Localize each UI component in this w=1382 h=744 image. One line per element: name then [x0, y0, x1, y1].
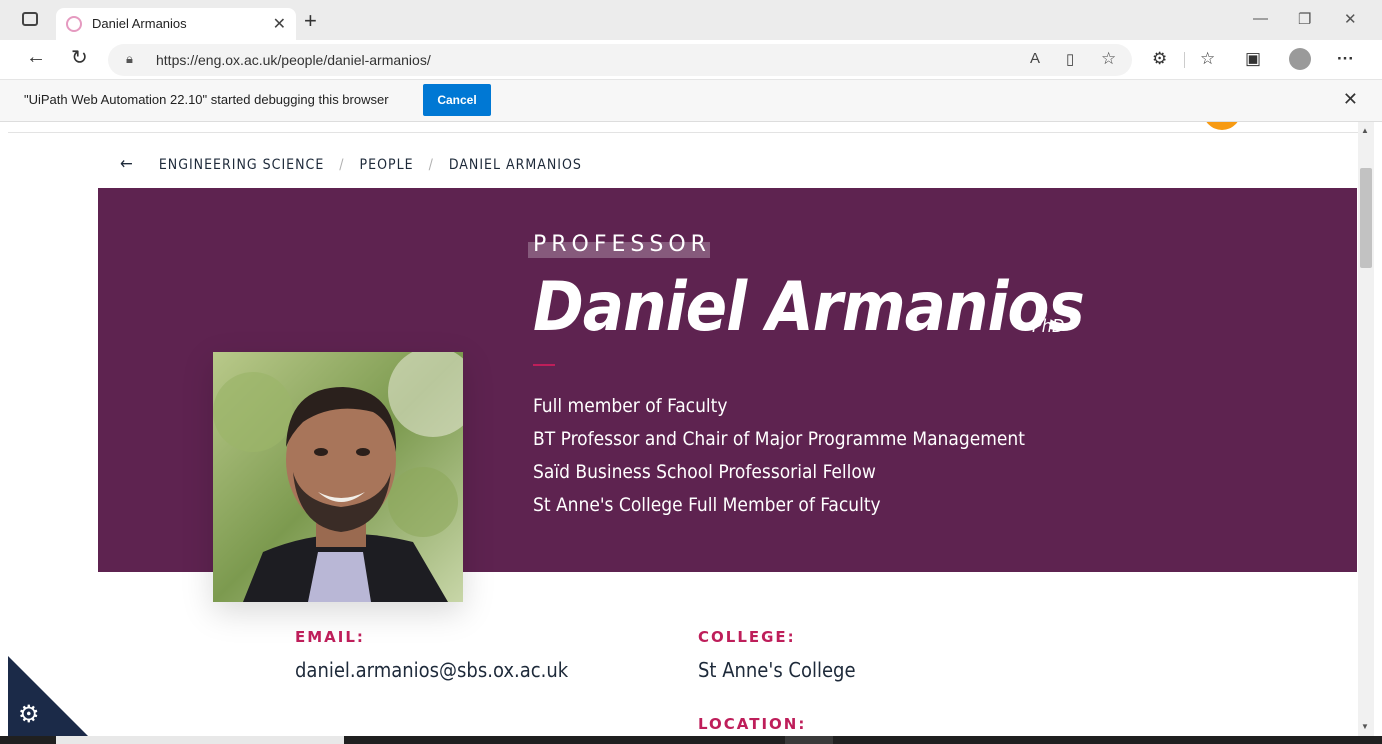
back-arrow-icon[interactable]: ←	[120, 154, 134, 174]
read-aloud-icon[interactable]: A	[1030, 50, 1040, 67]
breadcrumb-separator: /	[339, 157, 345, 173]
taskbar-item[interactable]	[785, 736, 833, 744]
browser-tab[interactable]: Daniel Armanios ✕	[56, 8, 296, 40]
breadcrumb-item-current: DANIEL ARMANIOS	[448, 157, 582, 173]
window-close-icon[interactable]: ✕	[1344, 10, 1357, 28]
orange-circle-button[interactable]	[1203, 122, 1241, 130]
scrollbar-thumb[interactable]	[1360, 168, 1372, 268]
taskbar-item[interactable]	[56, 736, 344, 744]
profile-name: Daniel Armanios	[533, 268, 1085, 347]
refresh-icon[interactable]: ↻	[71, 45, 88, 70]
profile-photo	[213, 352, 463, 602]
scroll-up-icon[interactable]: ▲	[1361, 126, 1369, 135]
debug-infobar: "UiPath Web Automation 22.10" started de…	[0, 80, 1382, 122]
tab-close-icon[interactable]: ✕	[273, 14, 286, 34]
breadcrumb-separator: /	[428, 157, 434, 173]
accent-rule	[533, 364, 555, 366]
role-item: Saïd Business School Professorial Fellow	[533, 461, 876, 483]
new-tab-icon[interactable]: +	[304, 8, 317, 34]
tab-title: Daniel Armanios	[92, 16, 187, 31]
extensions-icon[interactable]: ⚙︎	[1152, 49, 1167, 69]
profile-degree: PhD	[1032, 316, 1065, 337]
profile-avatar[interactable]	[1289, 48, 1311, 70]
location-label: LOCATION:	[698, 715, 807, 733]
tab-actions-icon[interactable]	[22, 12, 38, 26]
minimize-icon[interactable]: —	[1253, 10, 1268, 27]
role-item: Full member of Faculty	[533, 395, 728, 417]
role-item: BT Professor and Chair of Major Programm…	[533, 428, 1025, 450]
site-favicon-icon	[66, 16, 82, 32]
breadcrumb-item-people[interactable]: PEOPLE	[360, 157, 414, 173]
favorites-icon[interactable]: ☆	[1200, 49, 1215, 69]
college-label: COLLEGE:	[698, 628, 796, 646]
infobar-message: "UiPath Web Automation 22.10" started de…	[24, 92, 389, 107]
role-item: St Anne's College Full Member of Faculty	[533, 494, 881, 516]
browser-toolbar: ← ↻ 🔒︎ https://eng.ox.ac.uk/people/danie…	[0, 40, 1382, 80]
email-link[interactable]: daniel.armanios@sbs.ox.ac.uk	[295, 658, 568, 682]
immersive-reader-icon[interactable]: ▯	[1066, 50, 1074, 68]
collections-icon[interactable]: ▣	[1245, 49, 1261, 69]
restore-icon[interactable]: ❐	[1298, 10, 1311, 28]
page-scrollbar[interactable]: ▲ ▼	[1358, 122, 1374, 736]
address-bar[interactable]: 🔒︎ https://eng.ox.ac.uk/people/daniel-ar…	[108, 44, 1132, 76]
gear-icon[interactable]: ⚙︎	[18, 700, 40, 729]
breadcrumb: ← ENGINEERING SCIENCE / PEOPLE / DANIEL …	[120, 154, 582, 174]
lock-icon[interactable]: 🔒︎	[126, 51, 133, 67]
college-value: St Anne's College	[698, 658, 856, 682]
back-arrow-icon[interactable]: ←	[26, 46, 46, 69]
breadcrumb-item-engineering-science[interactable]: ENGINEERING SCIENCE	[159, 157, 324, 173]
favorite-star-icon[interactable]: ☆	[1101, 49, 1116, 69]
browser-tab-strip: Daniel Armanios ✕ + — ❐ ✕	[0, 0, 1382, 40]
profile-title: PROFESSOR	[533, 232, 711, 257]
more-menu-icon[interactable]: ···	[1337, 49, 1354, 69]
page-viewport: ← ENGINEERING SCIENCE / PEOPLE / DANIEL …	[0, 122, 1358, 736]
email-label: EMAIL:	[295, 628, 365, 646]
url-text: https://eng.ox.ac.uk/people/daniel-arman…	[156, 52, 431, 68]
header-divider	[8, 132, 1358, 133]
toolbar-divider	[1184, 52, 1185, 68]
infobar-close-icon[interactable]: ✕	[1343, 89, 1358, 110]
portrait-image	[213, 352, 463, 602]
cancel-button[interactable]: Cancel	[423, 84, 491, 116]
scroll-down-icon[interactable]: ▼	[1361, 722, 1369, 731]
profile-roles: Full member of Faculty BT Professor and …	[533, 390, 1025, 522]
